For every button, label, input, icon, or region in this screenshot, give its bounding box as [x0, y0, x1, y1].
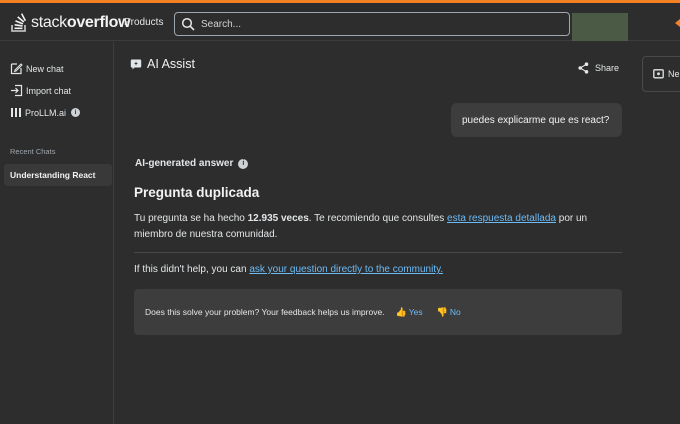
info-icon[interactable]: i	[238, 158, 249, 169]
feedback-yes-label: Yes	[408, 307, 423, 317]
new-chat-button[interactable]: New chat	[10, 62, 64, 75]
compose-icon	[10, 63, 23, 75]
share-button[interactable]: Share	[578, 62, 619, 74]
feedback-no-label: No	[449, 307, 461, 317]
answer-count: 12.935 veces	[247, 213, 309, 224]
page-title: AI Assist	[147, 57, 195, 71]
new-chat-label: New chat	[26, 63, 64, 74]
answer-link[interactable]: esta respuesta detallada	[447, 213, 556, 224]
search-icon	[181, 17, 195, 31]
top-bar: stackoverflow Products	[0, 3, 680, 41]
answer-title: Pregunta duplicada	[134, 185, 260, 200]
divider	[134, 252, 622, 253]
right-panel-label: Ne	[668, 69, 680, 79]
feedback-yes-button[interactable]: 👍 Yes	[396, 307, 423, 318]
info-icon[interactable]: i	[71, 108, 81, 117]
logo-text: stackoverflow	[31, 14, 131, 31]
share-icon	[578, 62, 589, 74]
products-menu[interactable]: Products	[124, 17, 163, 28]
ai-chat-icon	[130, 59, 142, 70]
stackoverflow-logo[interactable]: stackoverflow	[10, 12, 131, 34]
prollm-link[interactable]: ProLLM.ai i	[10, 107, 81, 118]
chat-bubble-icon	[653, 68, 664, 78]
import-icon	[11, 84, 23, 97]
prollm-label: ProLLM.ai	[25, 107, 67, 118]
user-message: puedes explicarme que es react?	[451, 103, 622, 137]
answer-body: Tu pregunta se ha hecho 12.935 veces. Te…	[134, 211, 624, 243]
ai-answer-label-text: AI-generated answer	[135, 158, 234, 169]
page-header: AI Assist	[130, 57, 195, 71]
recent-chat-item[interactable]: Understanding React	[4, 164, 112, 186]
thumbs-down-icon: 👎	[436, 306, 448, 317]
answer-text: Tu pregunta se ha hecho	[134, 213, 248, 224]
search-input[interactable]	[201, 18, 561, 30]
import-chat-label: Import chat	[26, 85, 72, 96]
feedback-question: Does this solve your problem? Your feedb…	[145, 307, 385, 317]
ai-answer-label: AI-generated answer i	[135, 158, 249, 169]
help-text-label: If this didn't help, you can	[134, 264, 250, 275]
share-label: Share	[595, 63, 620, 73]
sidebar: New chat Import chat ProLLM.ai i Recent …	[0, 42, 114, 424]
feedback-panel: Does this solve your problem? Your feedb…	[134, 289, 622, 335]
help-text: If this didn't help, you can ask your qu…	[134, 264, 443, 275]
ask-community-link[interactable]: ask your question directly to the commun…	[249, 264, 443, 275]
bars-icon	[11, 108, 21, 117]
search-box[interactable]	[174, 12, 570, 36]
answer-text: . Te recomiendo que consultes	[308, 213, 448, 224]
feedback-no-button[interactable]: 👎 No	[437, 307, 461, 318]
user-avatar[interactable]	[572, 13, 628, 41]
arrow-left-icon[interactable]	[674, 19, 680, 27]
import-chat-button[interactable]: Import chat	[10, 84, 71, 97]
right-panel-button[interactable]: Ne	[642, 56, 680, 92]
stack-logo-icon	[11, 13, 27, 32]
thumbs-up-icon: 👍	[395, 306, 407, 317]
recent-chats-heading: Recent Chats	[10, 147, 56, 156]
